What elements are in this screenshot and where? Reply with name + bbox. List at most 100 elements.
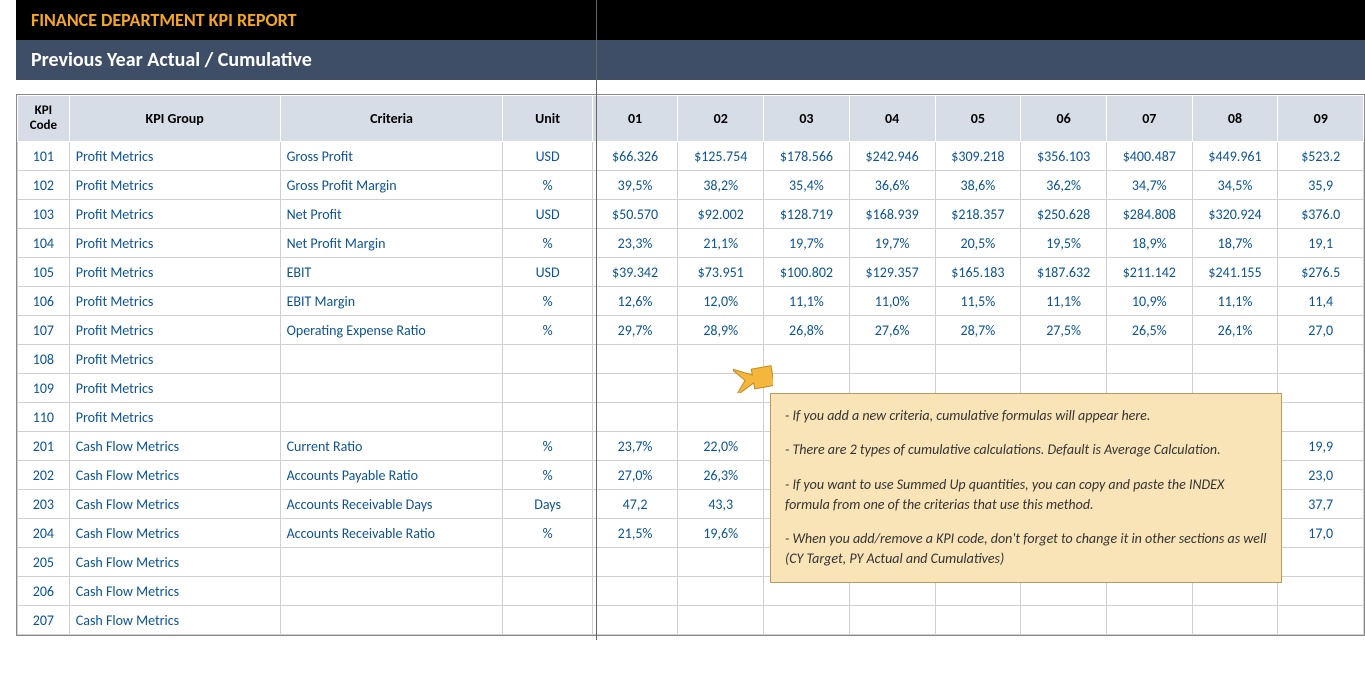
cell-kpi-group[interactable]: Profit Metrics [69,229,280,258]
cell-value[interactable]: 29,7% [592,316,678,345]
cell-value[interactable]: $187.632 [1021,258,1107,287]
cell-kpi-code[interactable]: 106 [18,287,70,316]
cell-value[interactable]: $276.5 [1278,258,1364,287]
cell-criteria[interactable]: Accounts Receivable Days [280,490,503,519]
cell-value[interactable] [592,606,678,635]
cell-value[interactable]: 11,1% [1021,287,1107,316]
cell-kpi-code[interactable]: 207 [18,606,70,635]
cell-value[interactable]: 26,1% [1192,316,1278,345]
cell-value[interactable] [1278,606,1364,635]
cell-value[interactable]: 38,6% [935,171,1021,200]
cell-kpi-group[interactable]: Profit Metrics [69,316,280,345]
cell-value[interactable]: 19,6% [678,519,764,548]
cell-kpi-code[interactable]: 110 [18,403,70,432]
cell-kpi-group[interactable]: Cash Flow Metrics [69,461,280,490]
cell-unit[interactable]: USD [503,258,592,287]
cell-kpi-group[interactable]: Cash Flow Metrics [69,548,280,577]
cell-value[interactable]: $128.719 [764,200,850,229]
cell-value[interactable]: 34,7% [1106,171,1192,200]
cell-value[interactable]: 43,3 [678,490,764,519]
cell-kpi-code[interactable]: 202 [18,461,70,490]
cell-value[interactable] [592,548,678,577]
cell-value[interactable]: 26,8% [764,316,850,345]
col-header-month-06[interactable]: 06 [1021,96,1107,142]
cell-value[interactable]: 36,2% [1021,171,1107,200]
cell-kpi-code[interactable]: 205 [18,548,70,577]
col-header-month-01[interactable]: 01 [592,96,678,142]
cell-value[interactable]: $66.326 [592,142,678,171]
cell-value[interactable] [678,577,764,606]
cell-value[interactable]: 26,3% [678,461,764,490]
cell-kpi-group[interactable]: Profit Metrics [69,142,280,171]
cell-value[interactable]: 35,9 [1278,171,1364,200]
cell-value[interactable]: $242.946 [849,142,935,171]
cell-value[interactable]: 21,1% [678,229,764,258]
cell-criteria[interactable]: Net Profit Margin [280,229,503,258]
cell-value[interactable] [592,403,678,432]
col-header-unit[interactable]: Unit [503,96,592,142]
cell-value[interactable]: 21,5% [592,519,678,548]
cell-value[interactable] [764,345,850,374]
cell-value[interactable]: $125.754 [678,142,764,171]
col-header-month-07[interactable]: 07 [1106,96,1192,142]
cell-value[interactable] [764,606,850,635]
cell-value[interactable]: 27,0% [592,461,678,490]
cell-unit[interactable] [503,403,592,432]
cell-unit[interactable] [503,577,592,606]
cell-value[interactable]: 18,7% [1192,229,1278,258]
cell-kpi-group[interactable]: Profit Metrics [69,200,280,229]
cell-value[interactable] [1278,548,1364,577]
cell-unit[interactable]: Days [503,490,592,519]
cell-value[interactable]: $73.951 [678,258,764,287]
cell-value[interactable]: 28,7% [935,316,1021,345]
cell-kpi-code[interactable]: 104 [18,229,70,258]
cell-criteria[interactable]: EBIT [280,258,503,287]
col-header-month-03[interactable]: 03 [764,96,850,142]
col-header-month-08[interactable]: 08 [1192,96,1278,142]
cell-criteria[interactable] [280,345,503,374]
cell-kpi-group[interactable]: Profit Metrics [69,374,280,403]
cell-value[interactable]: 23,3% [592,229,678,258]
cell-kpi-group[interactable]: Profit Metrics [69,258,280,287]
cell-value[interactable]: 27,5% [1021,316,1107,345]
cell-criteria[interactable] [280,577,503,606]
cell-value[interactable]: $178.566 [764,142,850,171]
cell-unit[interactable]: % [503,461,592,490]
cell-value[interactable]: $165.183 [935,258,1021,287]
cell-unit[interactable] [503,374,592,403]
cell-kpi-code[interactable]: 103 [18,200,70,229]
cell-value[interactable]: 35,4% [764,171,850,200]
cell-value[interactable]: 39,5% [592,171,678,200]
cell-kpi-code[interactable]: 109 [18,374,70,403]
cell-value[interactable]: 47,2 [592,490,678,519]
cell-kpi-code[interactable]: 102 [18,171,70,200]
col-header-kpi-group[interactable]: KPI Group [69,96,280,142]
cell-value[interactable] [678,548,764,577]
cell-value[interactable]: 36,6% [849,171,935,200]
cell-value[interactable] [849,345,935,374]
cell-value[interactable] [935,345,1021,374]
cell-criteria[interactable]: Operating Expense Ratio [280,316,503,345]
cell-value[interactable] [1278,374,1364,403]
cell-value[interactable] [678,403,764,432]
col-header-month-09[interactable]: 09 [1278,96,1364,142]
cell-unit[interactable]: USD [503,200,592,229]
cell-unit[interactable]: % [503,287,592,316]
cell-value[interactable]: 12,6% [592,287,678,316]
cell-value[interactable]: 20,5% [935,229,1021,258]
cell-criteria[interactable] [280,606,503,635]
cell-value[interactable] [592,345,678,374]
cell-unit[interactable]: % [503,519,592,548]
cell-value[interactable]: $376.0 [1278,200,1364,229]
cell-value[interactable]: 18,9% [1106,229,1192,258]
cell-kpi-group[interactable]: Profit Metrics [69,403,280,432]
cell-value[interactable] [1278,403,1364,432]
cell-value[interactable]: $241.155 [1192,258,1278,287]
cell-kpi-code[interactable]: 206 [18,577,70,606]
col-header-month-05[interactable]: 05 [935,96,1021,142]
cell-value[interactable]: $92.002 [678,200,764,229]
cell-unit[interactable]: % [503,171,592,200]
cell-unit[interactable]: % [503,316,592,345]
cell-kpi-code[interactable]: 101 [18,142,70,171]
cell-value[interactable]: 17,0 [1278,519,1364,548]
